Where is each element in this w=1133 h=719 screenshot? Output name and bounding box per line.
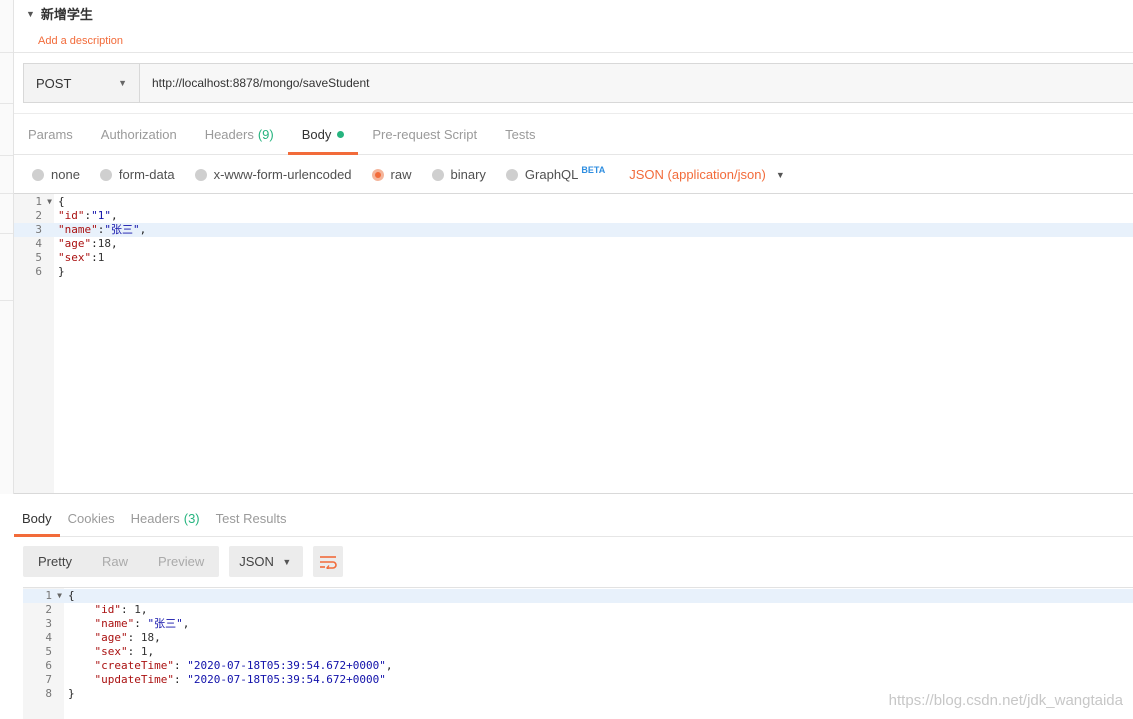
- chevron-down-icon: ▼: [118, 78, 127, 88]
- radio-selected-icon[interactable]: [371, 168, 384, 181]
- request-body-editor[interactable]: 1 ▼{ 2 "id":"1", 3 "name":"张三", 4 "age":18, …: [14, 193, 1133, 494]
- wrap-lines-button[interactable]: [313, 546, 344, 577]
- add-description-link[interactable]: Add a description: [38, 35, 123, 47]
- radio-icon[interactable]: [32, 168, 44, 181]
- response-tab-cookies[interactable]: Cookies: [60, 500, 123, 536]
- chevron-down-icon: ▼: [282, 556, 292, 567]
- tab-tests[interactable]: Tests: [491, 114, 549, 154]
- raw-button[interactable]: Raw: [87, 546, 143, 577]
- watermark: https://blog.csdn.net/jdk_wangtaida: [888, 692, 1123, 709]
- code-line-active: 1 ▼{: [23, 589, 1133, 603]
- headers-count: (9): [257, 126, 274, 142]
- view-mode-segmented: Pretty Raw Preview: [23, 546, 220, 577]
- radio-icon[interactable]: [505, 168, 518, 181]
- request-name: 新增学生: [40, 7, 93, 22]
- request-header: ▼ 新增学生 Add a description: [14, 0, 1133, 53]
- radio-icon[interactable]: [99, 168, 112, 181]
- tab-authorization[interactable]: Authorization: [87, 114, 191, 154]
- radio-icon[interactable]: [194, 168, 207, 181]
- url-input[interactable]: http://localhost:8878/mongo/saveStudent: [140, 64, 1133, 102]
- code-line: 4 "age": 18,: [45, 631, 161, 644]
- body-indicator-dot-icon: [337, 130, 345, 138]
- code-line: 5 "sex": 1,: [45, 645, 155, 658]
- body-type-binary[interactable]: binary: [431, 167, 486, 182]
- chevron-down-icon: ▼: [775, 169, 785, 180]
- left-sidebar-strip: [0, 0, 14, 494]
- content-type-select[interactable]: JSON (application/json) ▼: [629, 167, 784, 182]
- preview-button[interactable]: Preview: [143, 546, 219, 577]
- tab-pre-request-script[interactable]: Pre-request Script: [358, 114, 491, 154]
- tab-params[interactable]: Params: [14, 114, 87, 154]
- body-type-none[interactable]: none: [32, 167, 80, 182]
- response-tab-test-results[interactable]: Test Results: [208, 500, 295, 536]
- collapse-caret-icon[interactable]: ▼: [26, 9, 35, 19]
- code-line: 6 "createTime": "2020-07-18T05:39:54.672…: [45, 659, 393, 672]
- body-type-selector: none form-data x-www-form-urlencoded raw…: [14, 156, 1133, 193]
- url-bar: POST ▼ http://localhost:8878/mongo/saveS…: [23, 63, 1133, 103]
- code-line: 1 ▼{: [35, 195, 65, 209]
- code-line: 2 "id": 1,: [45, 603, 148, 616]
- tab-body[interactable]: Body: [287, 114, 359, 155]
- code-line: 5 "sex":1: [35, 251, 105, 264]
- code-line: 6}: [35, 265, 65, 278]
- tab-headers[interactable]: Headers (9): [191, 114, 288, 154]
- fold-caret-icon[interactable]: ▼: [57, 589, 62, 603]
- beta-badge: BETA: [581, 164, 606, 175]
- code-line: 7 "updateTime": "2020-07-18T05:39:54.672…: [45, 673, 386, 686]
- response-format-select[interactable]: JSON ▼: [229, 546, 304, 577]
- code-line: 2 "id":"1",: [35, 209, 118, 222]
- response-tab-body[interactable]: Body: [14, 500, 60, 537]
- body-type-graphql[interactable]: GraphQL BETA: [505, 164, 606, 182]
- method-label: POST: [36, 75, 72, 91]
- fold-caret-icon[interactable]: ▼: [47, 195, 52, 209]
- response-tabs: Body Cookies Headers (3) Test Results: [14, 500, 1133, 537]
- code-line: 3 "name": "张三",: [45, 617, 190, 630]
- request-title[interactable]: ▼ 新增学生: [26, 4, 93, 23]
- body-type-urlencoded[interactable]: x-www-form-urlencoded: [194, 167, 352, 182]
- method-select[interactable]: POST ▼: [24, 64, 140, 102]
- pretty-button[interactable]: Pretty: [23, 546, 87, 577]
- request-tabs: Params Authorization Headers (9) Body Pre…: [14, 113, 1133, 155]
- wrap-icon: [320, 555, 337, 569]
- code-line: 4 "age":18,: [35, 237, 118, 250]
- radio-icon[interactable]: [431, 168, 444, 181]
- response-toolbar: Pretty Raw Preview JSON ▼: [23, 546, 344, 577]
- code-line-active: 3 "name":"张三",: [14, 223, 1133, 237]
- body-type-raw[interactable]: raw: [371, 167, 412, 182]
- body-type-form-data[interactable]: form-data: [99, 167, 175, 182]
- response-headers-count: (3): [183, 510, 200, 526]
- response-tab-headers[interactable]: Headers (3): [123, 500, 208, 536]
